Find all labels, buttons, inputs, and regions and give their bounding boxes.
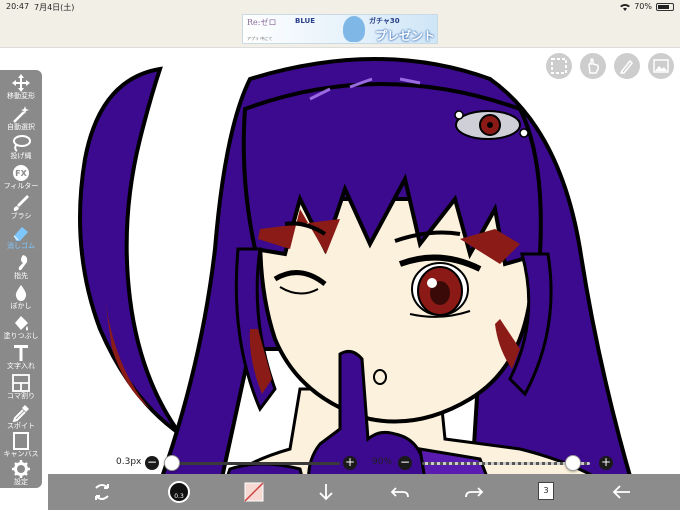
ibispaint-screen: 20:47 7月4日(土) 70% Re:ゼロ BLUE ガチャ30 プレゼント… <box>0 0 680 510</box>
opacity-value: 90% <box>372 457 393 467</box>
redo-icon[interactable] <box>464 482 484 502</box>
bottom-toolbar: 0.3 3 <box>48 474 680 510</box>
lasso-icon <box>13 135 31 152</box>
tool-label: 文字入れ <box>7 362 35 370</box>
brush-size-plus-button[interactable]: + <box>343 456 357 470</box>
canvas-artwork[interactable] <box>0 49 680 510</box>
hand-icon <box>588 58 600 74</box>
tool-eraser[interactable]: 消しゴム <box>0 222 42 254</box>
smudge-icon <box>18 255 28 271</box>
tool-panel[interactable]: コマ割り <box>0 372 42 404</box>
selection-icon <box>551 58 567 74</box>
undo-icon[interactable] <box>390 482 410 502</box>
tool-label: 設定 <box>14 478 28 486</box>
battery-icon <box>656 2 674 11</box>
ad-title: ガチャ30 <box>369 17 400 25</box>
brush-size-minus-button[interactable]: − <box>145 456 159 470</box>
ad-cta: プレゼント <box>375 29 436 43</box>
gallery-icon <box>653 59 669 73</box>
tool-move[interactable]: 移動変形 <box>0 72 42 104</box>
brush-size-value: 0.3px <box>116 457 142 467</box>
tool-label: フィルター <box>3 182 39 190</box>
gear-icon <box>12 460 30 478</box>
tool-palette: 移動変形 自動選択 投げ縄 FX フィルター ブラシ 消しゴム 指先 ぼかし 塗… <box>0 70 42 488</box>
canvas-icon <box>13 432 29 450</box>
magic-wand-icon <box>13 106 29 123</box>
primary-color-button[interactable]: 0.3 <box>168 481 190 503</box>
pen-view-button[interactable] <box>614 53 640 79</box>
secondary-color-icon[interactable] <box>244 482 264 502</box>
tool-label: 投げ縄 <box>10 152 32 160</box>
tool-magic-wand[interactable]: 自動選択 <box>0 103 42 135</box>
layer-icon: 3 <box>538 482 554 500</box>
fill-icon <box>15 316 28 331</box>
tool-lasso[interactable]: 投げ縄 <box>0 132 42 164</box>
tool-label: 移動変形 <box>7 92 35 100</box>
opacity-minus-button[interactable]: − <box>398 456 412 470</box>
back-icon[interactable] <box>612 482 632 502</box>
tool-settings[interactable]: 設定 <box>0 458 42 490</box>
ad-logo-left: Re:ゼロ <box>247 18 277 27</box>
blur-icon <box>15 285 27 301</box>
eraser-icon <box>13 227 28 241</box>
ad-fine-print: アプリ 中にて <box>247 36 273 41</box>
ad-banner[interactable]: Re:ゼロ BLUE ガチャ30 プレゼント アプリ 中にて <box>242 14 438 44</box>
opacity-plus-button[interactable]: + <box>599 456 613 470</box>
ad-bar: Re:ゼロ BLUE ガチャ30 プレゼント アプリ 中にて <box>0 14 680 48</box>
pen-icon <box>619 59 634 74</box>
tool-fill[interactable]: 塗りつぶし <box>0 312 42 344</box>
ad-logo-mid: BLUE <box>295 17 316 25</box>
tool-brush[interactable]: ブラシ <box>0 192 42 224</box>
selection-view-button[interactable] <box>546 53 572 79</box>
tool-label: ブラシ <box>10 212 32 220</box>
filter-icon: FX <box>13 165 29 181</box>
status-right: 70% <box>620 2 674 11</box>
ad-character-image <box>343 16 365 42</box>
battery-fill <box>658 4 669 9</box>
tool-smudge[interactable]: 指先 <box>0 252 42 284</box>
tool-label: 指先 <box>14 272 28 280</box>
tool-label: 塗りつぶし <box>3 332 39 340</box>
tool-label: コマ割り <box>7 392 35 400</box>
status-time: 20:47 <box>6 2 30 11</box>
hand-view-button[interactable] <box>580 53 606 79</box>
brush-icon <box>13 195 29 211</box>
status-bar: 20:47 7月4日(土) 70% <box>0 0 680 14</box>
svg-text:FX: FX <box>15 169 27 178</box>
tool-label: ぼかし <box>10 302 32 310</box>
tool-filter[interactable]: FX フィルター <box>0 162 42 194</box>
brush-size-track[interactable] <box>172 462 340 465</box>
gallery-view-button[interactable] <box>648 53 674 79</box>
brush-size-slider-thumb[interactable] <box>164 455 180 471</box>
import-icon[interactable] <box>316 482 336 502</box>
layer-button[interactable]: 3 <box>538 482 558 502</box>
panel-icon <box>12 374 30 392</box>
tool-blur[interactable]: ぼかし <box>0 282 42 314</box>
tool-label: 自動選択 <box>7 123 35 131</box>
eyedropper-icon <box>12 405 29 422</box>
move-icon <box>12 74 30 92</box>
wifi-icon <box>620 3 631 11</box>
tool-label: 消しゴム <box>7 242 35 250</box>
tool-text[interactable]: 文字入れ <box>0 342 42 374</box>
color-icon-value: 0.3 <box>174 493 184 500</box>
battery-percent: 70% <box>634 2 652 11</box>
text-icon <box>14 345 28 361</box>
status-date: 7月4日(土) <box>34 3 75 12</box>
transform-icon[interactable] <box>92 482 112 502</box>
